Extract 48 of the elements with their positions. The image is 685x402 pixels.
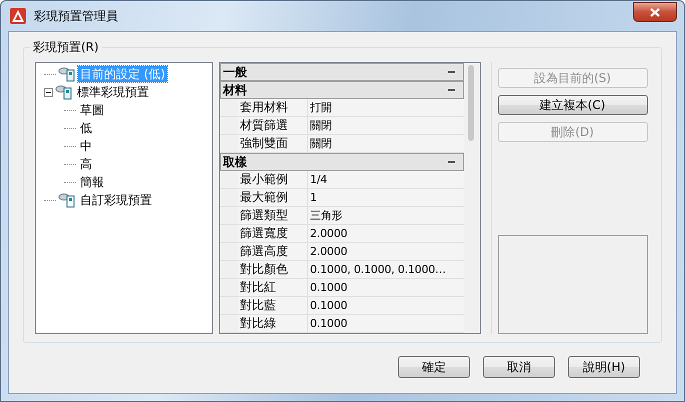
property-value[interactable]: 1 [308, 189, 464, 206]
property-name: 對比綠 [238, 315, 308, 332]
tree-item[interactable]: 簡報 [78, 174, 106, 190]
property-name: 最大範例 [238, 189, 308, 206]
property-name: 對比顏色 [238, 261, 308, 278]
tree-item[interactable]: 中 [78, 138, 94, 154]
minus-icon [46, 90, 51, 94]
property-value[interactable]: 1/4 [308, 171, 464, 188]
tree-item[interactable]: 自訂彩現預置 [78, 192, 154, 208]
property-name: 材質篩選 [238, 117, 308, 134]
property-value[interactable]: 三角形 [308, 207, 464, 224]
property-name: 篩選高度 [238, 243, 308, 260]
tree-item[interactable]: 標準彩現預置 [75, 84, 151, 100]
property-name: 對比藍 [238, 297, 308, 314]
property-value[interactable]: 打開 [308, 99, 464, 116]
dialog-button[interactable]: 確定 [398, 356, 470, 378]
group-label: 彩現預置(R) [30, 39, 102, 56]
property-value[interactable]: 0.1000 [308, 315, 464, 332]
property-value[interactable]: 關閉 [308, 135, 464, 152]
property-name: 套用材料 [238, 99, 308, 116]
property-name: 篩選類型 [238, 207, 308, 224]
preset-icon [58, 192, 76, 208]
property-value[interactable]: 0.1000 [308, 279, 464, 296]
property-name: 對比紅 [238, 279, 308, 296]
preset-icon [55, 84, 73, 100]
property-value[interactable]: 0.1000 [308, 297, 464, 314]
property-value[interactable]: 2.0000 [308, 243, 464, 260]
property-value[interactable]: 2.0000 [308, 225, 464, 242]
window-title: 彩現預置管理員 [34, 8, 119, 24]
section-header[interactable]: 材料 [220, 81, 464, 99]
app-logo-icon [10, 8, 26, 24]
property-name: 篩選寬度 [238, 225, 308, 242]
close-button[interactable] [633, 2, 677, 22]
tree-item[interactable]: 高 [78, 156, 94, 172]
close-icon [650, 8, 660, 16]
property-value[interactable]: 關閉 [308, 117, 464, 134]
action-button[interactable]: 建立複本(C) [498, 95, 648, 115]
section-header[interactable]: 取樣 [220, 153, 464, 171]
collapse-toggle[interactable] [44, 88, 53, 96]
preset-icon [58, 66, 76, 82]
property-value[interactable]: 0.1000, 0.1000, 0.1000… [308, 261, 464, 278]
property-name: 強制雙面 [238, 135, 308, 152]
section-header[interactable]: 一般 [220, 63, 464, 81]
dialog-button[interactable]: 取消 [483, 356, 555, 378]
property-name: 最小範例 [238, 171, 308, 188]
dialog-button[interactable]: 說明(H) [568, 356, 640, 378]
tree-item[interactable]: 低 [78, 120, 94, 136]
tree-item[interactable]: 草圖 [78, 102, 106, 118]
